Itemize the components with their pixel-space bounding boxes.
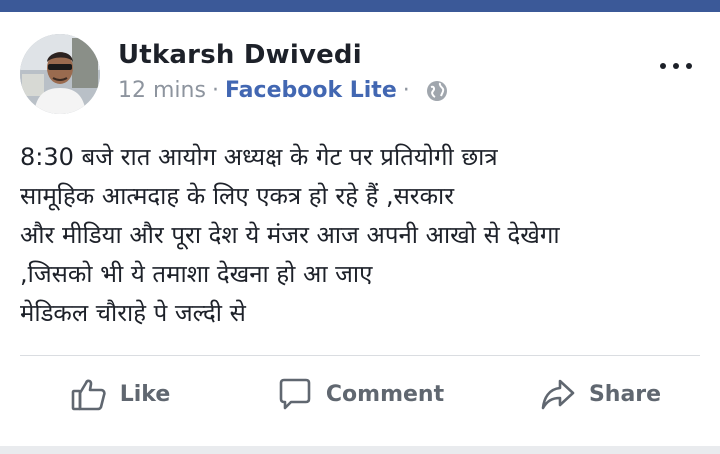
post-card: Utkarsh Dwivedi 12 mins · Facebook Lite … (0, 12, 720, 454)
more-options-icon[interactable] (660, 56, 692, 76)
share-label: Share (588, 381, 662, 407)
share-arrow-icon (541, 379, 575, 410)
like-label: Like (119, 381, 171, 407)
feed-separator (0, 446, 720, 454)
top-bar (0, 0, 720, 12)
post-body: 8:30 बजे रात आयोग अध्यक्ष के गेट पर प्रत… (20, 138, 700, 333)
thumbs-up-icon (71, 379, 106, 411)
meta-separator: · (402, 78, 410, 103)
meta-separator: · (211, 78, 219, 103)
post-body-line: 8:30 बजे रात आयोग अध्यक्ष के गेट पर प्रत… (20, 143, 498, 171)
like-button[interactable]: Like (0, 375, 240, 413)
comment-bubble-icon (279, 378, 311, 410)
post-body-line: ,जिसको भी ये तमाशा देखना हो आ जाए (20, 260, 373, 288)
post-actions: Like Comment Share (0, 356, 720, 432)
avatar[interactable] (20, 34, 100, 114)
author-name[interactable]: Utkarsh Dwivedi (118, 40, 362, 70)
comment-label: Comment (325, 381, 445, 407)
comment-button[interactable]: Comment (240, 375, 480, 413)
dot (673, 63, 679, 69)
post-body-line: सामूहिक आत्मदाह के लिए एकत्र हो रहे हैं … (20, 182, 455, 210)
dot (686, 63, 692, 69)
profile-photo (20, 34, 100, 114)
post-meta: 12 mins · Facebook Lite · (118, 78, 448, 103)
globe-icon (426, 80, 448, 102)
dot (660, 63, 666, 69)
post-time[interactable]: 12 mins (118, 78, 206, 103)
post-body-line: मेडिकल चौराहे पे जल्दी से (20, 299, 246, 327)
share-button[interactable]: Share (480, 375, 720, 413)
post-body-line: और मीडिया और पूरा देश ये मंजर आज अपनी आख… (20, 221, 560, 249)
post-source-link[interactable]: Facebook Lite (225, 78, 397, 103)
